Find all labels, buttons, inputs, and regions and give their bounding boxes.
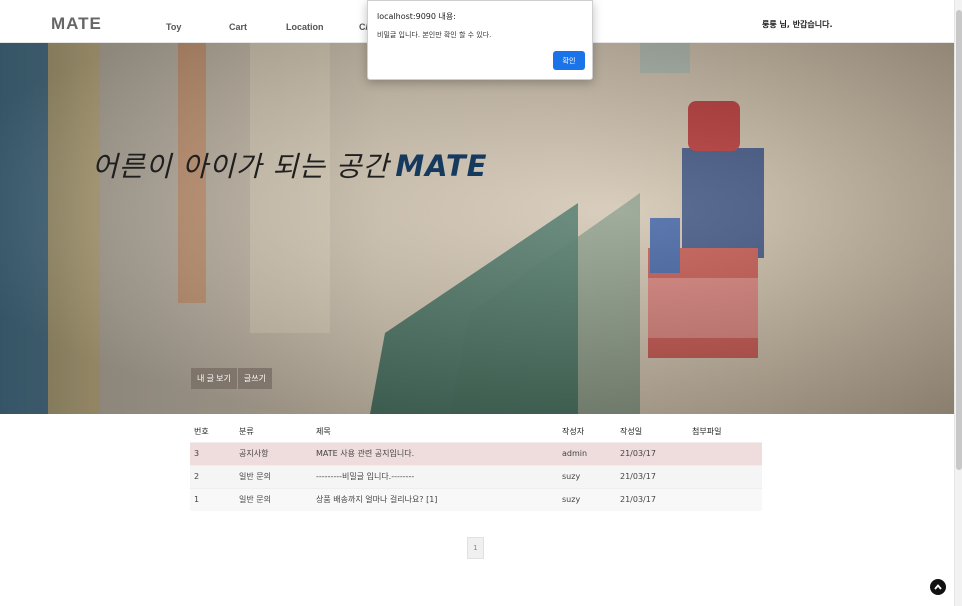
cell-attachment <box>688 464 762 488</box>
page-scrollbar[interactable] <box>954 0 962 606</box>
cell-date: 21/03/17 <box>616 487 688 511</box>
cell-author: admin <box>558 441 616 465</box>
scrollbar-thumb[interactable] <box>956 10 962 470</box>
cell-attachment <box>688 487 762 511</box>
user-greeting: 룽룽 님, 반갑습니다. <box>762 20 833 29</box>
cell-title-link[interactable]: 상품 배송까지 얼마나 걸리나요? [1] <box>312 487 558 511</box>
col-title: 제목 <box>316 427 331 437</box>
col-category: 분류 <box>239 427 254 437</box>
site-logo[interactable]: MATE <box>51 14 102 34</box>
board-table-section: 번호 분류 제목 작성자 작성일 첨부파일 3 공지사항 MATE 사용 관련 … <box>190 422 762 511</box>
hero-overlay <box>0 43 954 414</box>
cell-category: 일반 문의 <box>235 487 312 511</box>
alert-dialog: localhost:9090 내용: 비밀글 입니다. 본인만 확인 할 수 있… <box>367 0 593 80</box>
nav-cart[interactable]: Cart <box>229 22 247 32</box>
cell-title-link[interactable]: ---------비밀글 입니다.-------- <box>312 464 558 488</box>
board-table: 번호 분류 제목 작성자 작성일 첨부파일 3 공지사항 MATE 사용 관련 … <box>190 422 762 511</box>
cell-author: suzy <box>558 464 616 488</box>
cell-number: 3 <box>190 441 235 465</box>
col-author: 작성자 <box>562 427 585 437</box>
write-button[interactable]: 글쓰기 <box>236 368 272 389</box>
cell-category: 일반 문의 <box>235 464 312 488</box>
cell-category: 공지사항 <box>235 441 312 465</box>
table-row[interactable]: 3 공지사항 MATE 사용 관련 공지입니다. admin 21/03/17 <box>190 441 762 465</box>
my-posts-button[interactable]: 내 글 보기 <box>191 368 237 389</box>
cell-number: 2 <box>190 464 235 488</box>
chevron-up-icon <box>934 584 942 590</box>
col-date: 작성일 <box>620 427 643 437</box>
cell-date: 21/03/17 <box>616 441 688 465</box>
cell-title-link[interactable]: MATE 사용 관련 공지입니다. <box>312 441 558 465</box>
slogan-text: 어른이 아이가 되는 공간 <box>92 150 390 183</box>
dialog-message: 비밀글 입니다. 본인만 확인 할 수 있다. <box>377 31 492 39</box>
table-header-row: 번호 분류 제목 작성자 작성일 첨부파일 <box>190 422 762 442</box>
cell-date: 21/03/17 <box>616 464 688 488</box>
hero-button-group: 내 글 보기 글쓰기 <box>191 368 272 389</box>
nav-location[interactable]: Location <box>286 22 324 32</box>
nav-toy[interactable]: Toy <box>166 22 181 32</box>
col-attachment: 첨부파일 <box>692 427 722 437</box>
table-row[interactable]: 1 일반 문의 상품 배송까지 얼마나 걸리나요? [1] suzy 21/03… <box>190 487 762 511</box>
hero-banner: 어른이 아이가 되는 공간 MATE 내 글 보기 글쓰기 <box>0 43 954 414</box>
dialog-ok-button[interactable]: 확인 <box>553 51 585 70</box>
scroll-to-top-button[interactable] <box>930 579 946 595</box>
cell-author: suzy <box>558 487 616 511</box>
hero-slogan: 어른이 아이가 되는 공간 MATE <box>92 145 487 185</box>
cell-attachment <box>688 441 762 465</box>
col-number: 번호 <box>194 427 209 437</box>
table-row[interactable]: 2 일반 문의 ---------비밀글 입니다.-------- suzy 2… <box>190 464 762 488</box>
pagination-page-1[interactable]: 1 <box>467 537 484 559</box>
slogan-brand: MATE <box>395 149 488 183</box>
cell-number: 1 <box>190 487 235 511</box>
dialog-title: localhost:9090 내용: <box>377 12 456 21</box>
